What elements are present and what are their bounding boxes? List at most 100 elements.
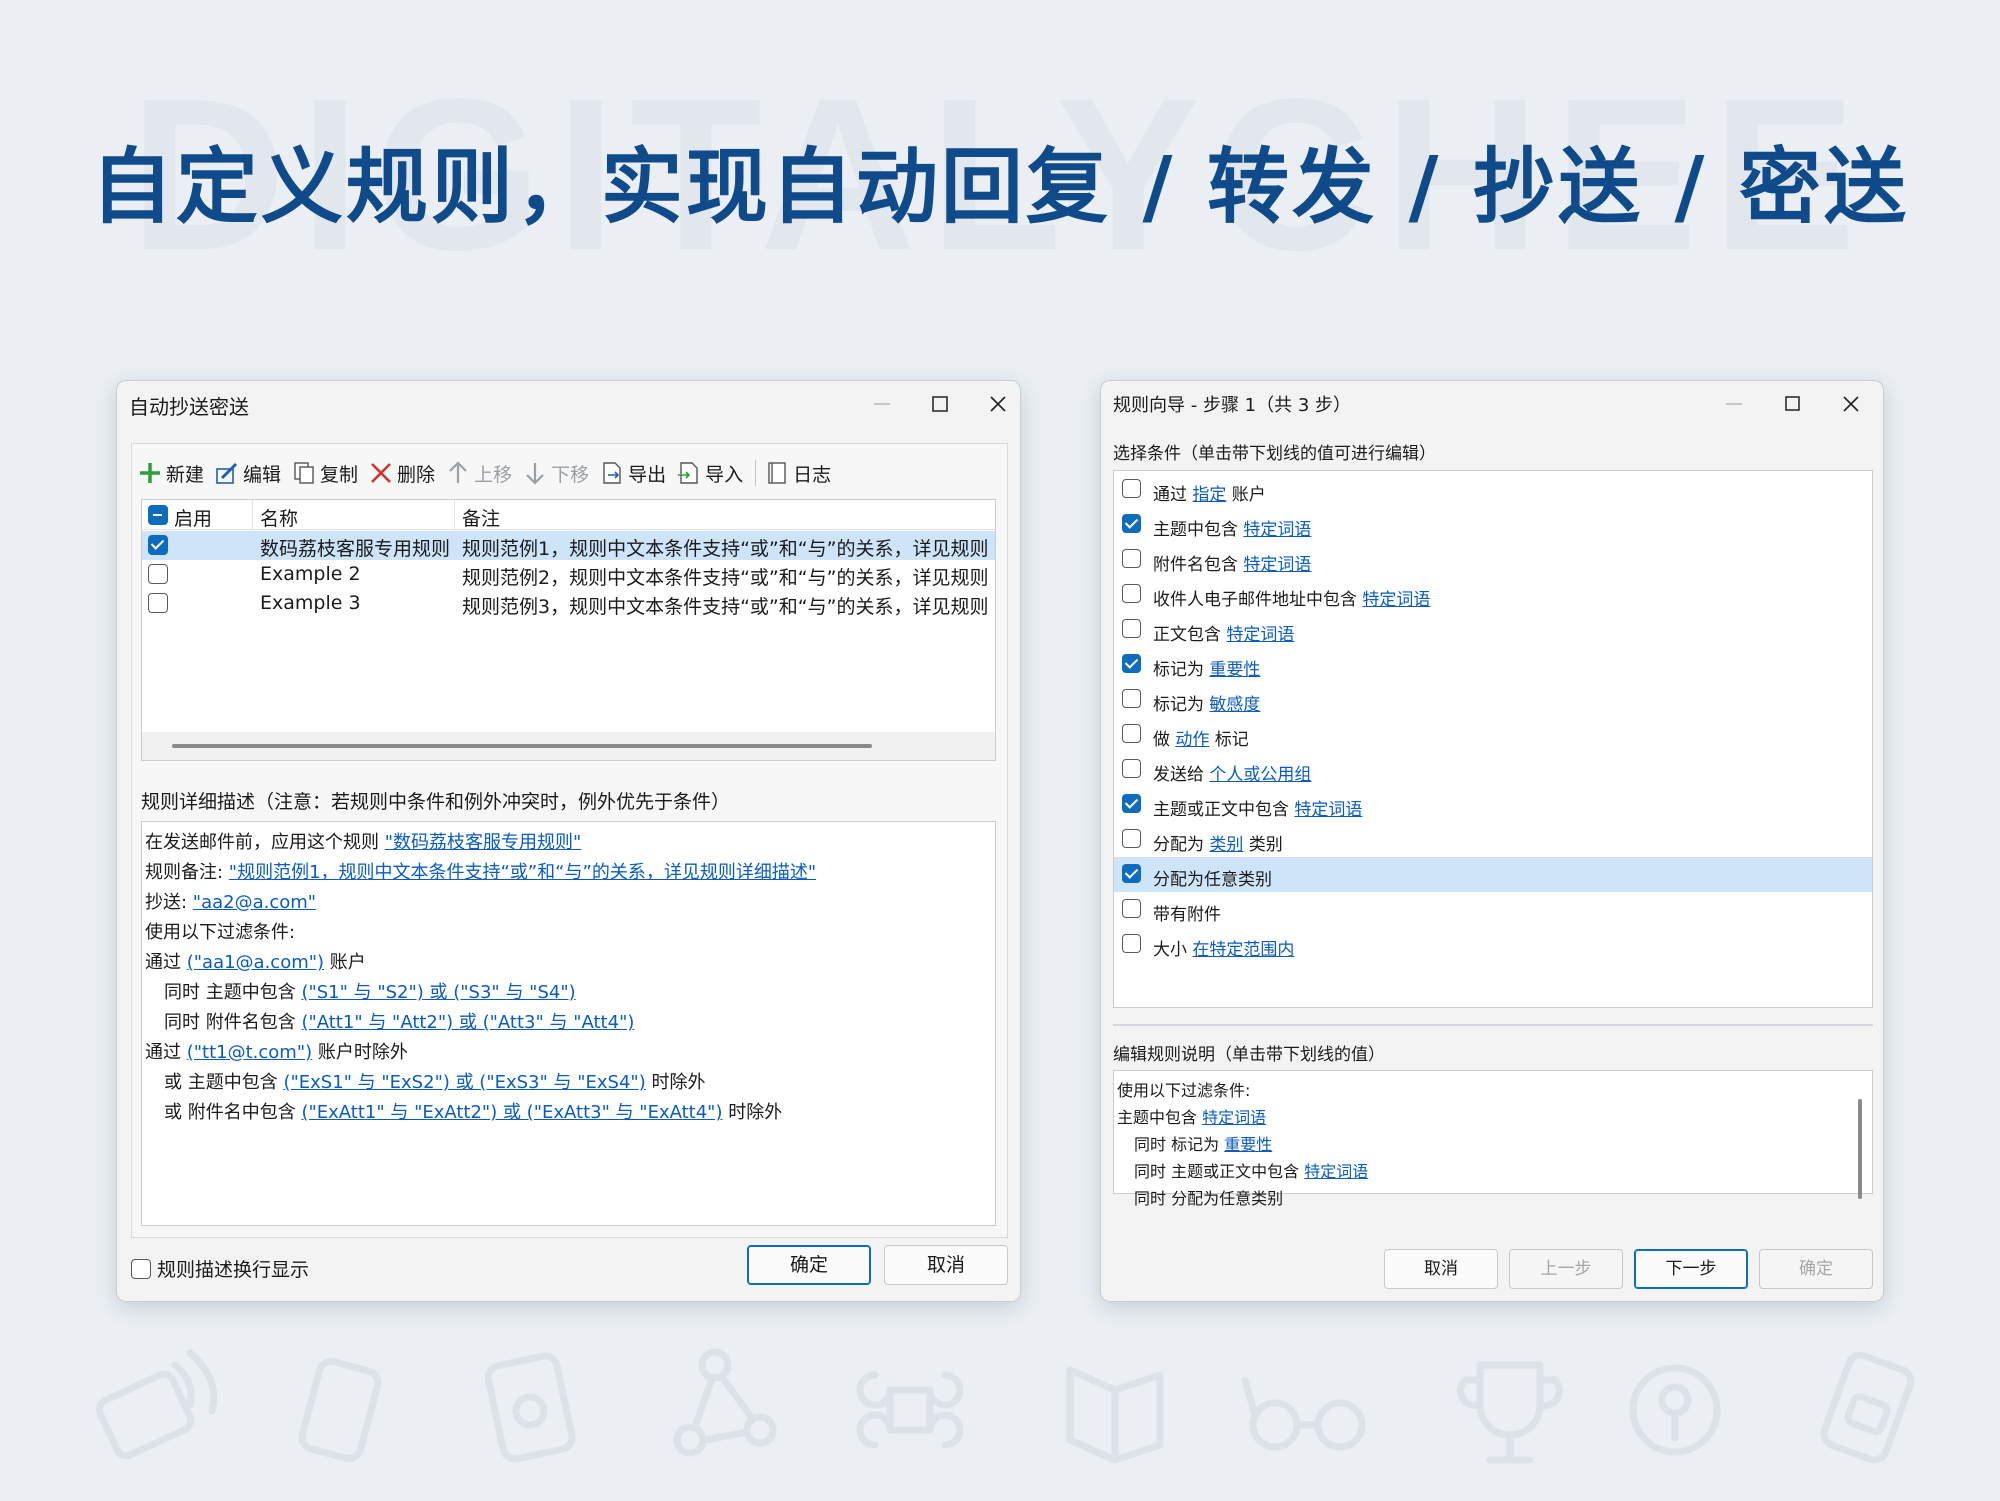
vertical-scrollbar-thumb[interactable] xyxy=(1858,1099,1862,1199)
delete-button[interactable]: 删除 xyxy=(368,460,435,487)
subject-words-link[interactable]: ("S1" 与 "S2") 或 ("S3" 与 "S4") xyxy=(301,982,575,1003)
condition-item[interactable]: 做 动作 标记 xyxy=(1114,717,1872,752)
condition-checkbox[interactable] xyxy=(1122,619,1141,638)
condition-checkbox[interactable] xyxy=(1122,689,1141,708)
delete-x-icon xyxy=(371,463,391,483)
condition-item[interactable]: 发送给 个人或公用组 xyxy=(1114,752,1872,787)
condition-checkbox[interactable] xyxy=(1122,794,1141,813)
condition-item[interactable]: 收件人电子邮件地址中包含 特定词语 xyxy=(1114,577,1872,612)
condition-checkbox[interactable] xyxy=(1122,654,1141,673)
rule-note-link[interactable]: "规则范例1，规则中文本条件支持“或”和“与”的关系，详见规则详细描述" xyxy=(229,862,816,883)
condition-item[interactable]: 带有附件 xyxy=(1114,892,1872,927)
condition-checkbox[interactable] xyxy=(1122,829,1141,848)
wrap-display-toggle[interactable]: 规则描述换行显示 xyxy=(131,1255,309,1282)
log-button[interactable]: 日志 xyxy=(764,460,831,487)
edit-button[interactable]: 编辑 xyxy=(214,460,281,487)
table-row[interactable]: 数码荔枝客服专用规则 规则范例1，规则中文本条件支持“或”和“与”的关系，详见规… xyxy=(142,531,995,560)
condition-value-link[interactable]: 重要性 xyxy=(1209,660,1260,680)
condition-checkbox[interactable] xyxy=(1122,899,1141,918)
move-down-button[interactable]: 下移 xyxy=(522,460,589,487)
account-link[interactable]: ("aa1@a.com") xyxy=(187,952,324,973)
condition-value-link[interactable]: 指定 xyxy=(1192,485,1226,505)
condition-value-link[interactable]: 敏感度 xyxy=(1209,695,1260,715)
copy-button[interactable]: 复制 xyxy=(291,460,358,487)
auto-cc-bcc-window: 自动抄送密送 新建 编辑 复制 删除 上移 下移 导出 导入 日志 启用 名称 … xyxy=(116,380,1021,1302)
column-divider[interactable] xyxy=(454,500,455,530)
wrap-display-checkbox[interactable] xyxy=(131,1258,151,1279)
export-icon xyxy=(603,462,621,484)
condition-value-link[interactable]: 特定词语 xyxy=(1243,555,1311,575)
condition-value-link[interactable]: 特定词语 xyxy=(1294,800,1362,820)
cancel-button[interactable]: 取消 xyxy=(1384,1249,1498,1289)
close-button[interactable] xyxy=(968,381,1020,427)
table-row[interactable]: Example 2 规则范例2，规则中文本条件支持“或”和“与”的关系，详见规则 xyxy=(142,560,995,589)
condition-checkbox[interactable] xyxy=(1122,759,1141,778)
condition-item[interactable]: 标记为 敏感度 xyxy=(1114,682,1872,717)
maximize-button[interactable] xyxy=(910,381,970,427)
row-note: 规则范例3，规则中文本条件支持“或”和“与”的关系，详见规则 xyxy=(462,596,989,618)
condition-checkbox[interactable] xyxy=(1122,724,1141,743)
condition-value-link[interactable]: 在特定范围内 xyxy=(1192,940,1294,960)
condition-checkbox[interactable] xyxy=(1122,549,1141,568)
cc-address-link[interactable]: "aa2@a.com" xyxy=(193,892,316,913)
description-label: 规则详细描述（注意：若规则中条件和例外冲突时，例外优先于条件） xyxy=(141,791,731,813)
col-enabled[interactable]: 启用 xyxy=(174,504,212,531)
condition-item[interactable]: 通过 指定 账户 xyxy=(1114,472,1872,507)
edit-value-link[interactable]: 特定词语 xyxy=(1304,1162,1368,1181)
next-step-button[interactable]: 下一步 xyxy=(1634,1249,1748,1289)
export-button[interactable]: 导出 xyxy=(599,460,666,487)
previous-step-button[interactable]: 上一步 xyxy=(1509,1249,1623,1289)
condition-item[interactable]: 主题或正文中包含 特定词语 xyxy=(1114,787,1872,822)
close-button[interactable] xyxy=(1821,381,1881,427)
column-divider[interactable] xyxy=(252,500,253,530)
col-name[interactable]: 名称 xyxy=(260,504,298,531)
edit-value-link[interactable]: 重要性 xyxy=(1224,1135,1272,1154)
horizontal-scrollbar[interactable] xyxy=(142,732,995,760)
condition-value-link[interactable]: 个人或公用组 xyxy=(1209,765,1311,785)
rule-name-link[interactable]: "数码荔枝客服专用规则" xyxy=(385,832,582,853)
condition-item[interactable]: 主题中包含 特定词语 xyxy=(1114,507,1872,542)
condition-checkbox[interactable] xyxy=(1122,934,1141,953)
condition-item[interactable]: 标记为 重要性 xyxy=(1114,647,1872,682)
close-icon xyxy=(1843,396,1859,412)
row-enabled-checkbox[interactable] xyxy=(148,564,168,584)
exception-account-link[interactable]: ("tt1@t.com") xyxy=(187,1042,312,1063)
condition-item[interactable]: 大小 在特定范围内 xyxy=(1114,927,1872,962)
condition-value-link[interactable]: 特定词语 xyxy=(1226,625,1294,645)
rule-wizard-window: 规则向导 - 步骤 1（共 3 步） 选择条件（单击带下划线的值可进行编辑） 通… xyxy=(1100,380,1884,1302)
table-row[interactable]: Example 3 规则范例3，规则中文本条件支持“或”和“与”的关系，详见规则 xyxy=(142,589,995,618)
import-button[interactable]: 导入 xyxy=(676,460,743,487)
finish-button[interactable]: 确定 xyxy=(1759,1249,1873,1289)
condition-item-selected[interactable]: 分配为任意类别 xyxy=(1114,857,1872,892)
scrollbar-thumb[interactable] xyxy=(172,744,872,748)
condition-value-link[interactable]: 动作 xyxy=(1175,730,1209,750)
edit-value-link[interactable]: 特定词语 xyxy=(1202,1108,1266,1127)
desc-line: 或 主题中包含 ("ExS1" 与 "ExS2") 或 ("ExS3" 与 "E… xyxy=(164,1072,706,1093)
condition-checkbox[interactable] xyxy=(1122,584,1141,603)
col-note[interactable]: 备注 xyxy=(462,504,500,531)
maximize-icon xyxy=(932,396,948,412)
condition-checkbox[interactable] xyxy=(1122,479,1141,498)
minimize-button[interactable] xyxy=(1704,381,1764,427)
condition-checkbox[interactable] xyxy=(1122,864,1141,883)
exception-subject-link[interactable]: ("ExS1" 与 "ExS2") 或 ("ExS3" 与 "ExS4") xyxy=(283,1072,645,1093)
condition-value-link[interactable]: 类别 xyxy=(1209,835,1243,855)
row-enabled-checkbox[interactable] xyxy=(148,535,168,555)
maximize-button[interactable] xyxy=(1763,381,1823,427)
select-all-checkbox[interactable] xyxy=(148,505,168,525)
condition-item[interactable]: 分配为 类别 类别 xyxy=(1114,822,1872,857)
condition-item[interactable]: 附件名包含 特定词语 xyxy=(1114,542,1872,577)
new-button[interactable]: 新建 xyxy=(137,460,204,487)
ok-button[interactable]: 确定 xyxy=(747,1245,871,1285)
condition-value-link[interactable]: 特定词语 xyxy=(1362,590,1430,610)
cancel-button[interactable]: 取消 xyxy=(884,1245,1008,1285)
edit-description-label: 编辑规则说明（单击带下划线的值） xyxy=(1113,1045,1385,1065)
row-enabled-checkbox[interactable] xyxy=(148,593,168,613)
move-up-button[interactable]: 上移 xyxy=(445,460,512,487)
minimize-button[interactable] xyxy=(852,381,912,427)
condition-checkbox[interactable] xyxy=(1122,514,1141,533)
condition-item[interactable]: 正文包含 特定词语 xyxy=(1114,612,1872,647)
attachment-words-link[interactable]: ("Att1" 与 "Att2") 或 ("Att3" 与 "Att4") xyxy=(301,1012,634,1033)
condition-value-link[interactable]: 特定词语 xyxy=(1243,520,1311,540)
exception-attachment-link[interactable]: ("ExAtt1" 与 "ExAtt2") 或 ("ExAtt3" 与 "ExA… xyxy=(301,1102,722,1123)
